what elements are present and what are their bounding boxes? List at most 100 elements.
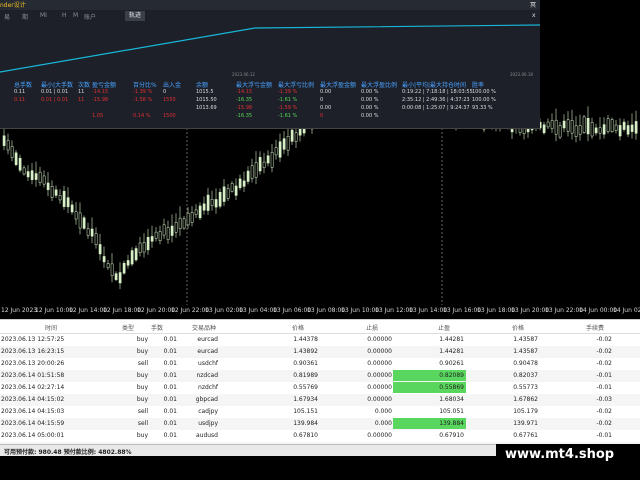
table-cell: -0.01 [596,372,612,379]
stats-header: 出入金 [163,82,182,89]
candle [206,194,210,211]
candle [150,236,154,242]
column-header[interactable]: 类型 [122,323,134,332]
stats-header: 最大浮盈比例 [361,82,398,89]
x-tick-label: 13 Jun 18:00 [477,307,516,314]
table-header: 时间 类型 手数 交易品种 价格 止损 止盈 价格 手续费 [0,320,640,334]
candle [186,212,190,226]
table-cell: -0.03 [596,396,612,403]
x-tick-label: 13 Jun 10:00 [341,307,380,314]
candle [238,178,242,188]
candle [66,197,70,208]
table-cell: 0.00000 [367,360,392,367]
close-icon[interactable]: x [532,12,536,19]
column-header[interactable]: 时间 [45,323,57,332]
table-cell: 2023.06.13 20:00:26 [1,360,65,367]
candle [250,165,254,179]
candle [154,231,158,239]
candle [118,272,122,284]
candle [234,185,238,196]
candle [270,152,274,168]
table-cell: nzdcad [196,372,218,379]
stats-cell: -14.15 [236,89,253,95]
table-cell: 0.00000 [367,396,392,403]
menu-item[interactable]: 易 [4,12,10,21]
stats-cell: -1.39 % [133,89,153,95]
stats-header: 盈亏金额 [92,82,117,89]
table-cell: 2023.06.14 01:51:58 [1,372,65,379]
panel-titlebar: nder设计 冥 [0,0,540,10]
column-header[interactable]: 手续费 [586,323,604,332]
table-cell: buy [136,372,148,379]
column-header[interactable]: 手数 [151,323,163,332]
candle [98,244,102,255]
time-axis: 12 Jun 2023 12 Jun 10:00 12 Jun 14:00 12 Ju… [0,305,640,318]
table-cell: sell [137,408,148,415]
stats-cell: -1.61 % [278,97,298,103]
x-tick-label: 13 Jun 20:00 [511,307,550,314]
table-cell: 1.67934 [293,396,318,403]
column-header[interactable]: 价格 [292,323,304,332]
table-cell: audusd [195,432,218,439]
candle [58,195,62,201]
table-cell: 0.00000 [367,336,392,343]
stats-cell: 0.00 [320,89,332,95]
table-cell: 139.971 [513,420,538,427]
candle [550,120,554,129]
table-cell: 2023.06.14 04:15:02 [1,396,65,403]
candle [82,217,86,229]
candle [138,242,142,253]
candle [606,118,610,132]
table-row[interactable]: 2023.06.14 04:15:02 buy 0.01 gbpcad 1.67934 0… [0,394,640,406]
table-cell: 0.82037 [513,372,538,379]
table-row[interactable]: 2023.06.14 04:15:03 sell 0.01 cadjpy 105.151… [0,406,640,418]
table-cell: 0.67810 [293,432,318,439]
column-header[interactable]: 止损 [366,323,378,332]
x-tick-label: 13 Jun 22:00 [545,307,584,314]
stats-cell: 0 [320,113,324,119]
table-cell: 0.01 [163,396,177,403]
candle [230,183,234,192]
table-cell: 0.01 [163,432,177,439]
table-row[interactable]: 2023.06.14 01:51:58 buy 0.01 nzdcad 0.81989 0… [0,370,640,382]
menu-item[interactable]: H [62,12,67,19]
stats-cell: 11 [78,97,85,103]
stats-cell: 0.00 % [361,97,379,103]
menu-item[interactable]: 账户 [84,12,96,21]
table-cell: -0.02 [596,408,612,415]
table-cell: 0.90261 [439,360,464,367]
menu-item[interactable]: 期 [22,12,28,21]
margin-status: 可用预付款: 980.48 预付款比例: 4802.88% [4,449,132,456]
x-tick-label: 12 Jun 18:00 [103,307,142,314]
menu-item[interactable]: MI [40,12,47,19]
table-row[interactable]: 2023.06.13 16:23:15 buy 0.01 eurcad 1.43892 0… [0,346,640,358]
table-row[interactable]: 2023.06.14 04:15:59 sell 0.01 usdjpy 139.984… [0,418,640,430]
table-cell: 139.984 [293,420,318,427]
table-cell: 0.01 [163,420,177,427]
column-header[interactable]: 交易品种 [192,323,216,332]
candle [114,273,118,280]
close-icon[interactable]: 冥 [530,0,536,9]
candle [174,222,178,233]
table-row[interactable]: 2023.06.14 02:27:14 buy 0.01 nzdchf 0.55769 0… [0,382,640,394]
tab-track[interactable]: 轨迹 [125,11,146,21]
candle [246,170,250,182]
stats-cell: 0:19:22 | 7:18:18 | 18:03:55 [402,89,473,95]
table-cell: 0.01 [163,348,177,355]
stats-cell: -16.35 [236,97,253,103]
candle [598,127,602,134]
orders-table[interactable]: 时间 类型 手数 交易品种 价格 止损 止盈 价格 手续费 2023.06.13 12:57:2… [0,319,640,463]
stats-cell: 11 [78,89,85,95]
table-row[interactable]: 2023.06.14 05:00:01 buy 0.01 audusd 0.67810 0… [0,430,640,442]
menu-item[interactable]: M [73,12,78,19]
table-cell: 0.01 [163,384,177,391]
candle [582,116,586,133]
column-header[interactable]: 价格 [512,323,524,332]
candle [106,263,110,269]
candle [610,119,614,132]
candle [218,192,222,207]
candle [18,157,22,171]
table-row[interactable]: 2023.06.13 20:00:26 sell 0.01 usdchf 0.90361… [0,358,640,370]
column-header[interactable]: 止盈 [438,323,450,332]
table-row[interactable]: 2023.06.13 12:57:25 buy 0.01 eurcad 1.44378 0… [0,334,640,346]
